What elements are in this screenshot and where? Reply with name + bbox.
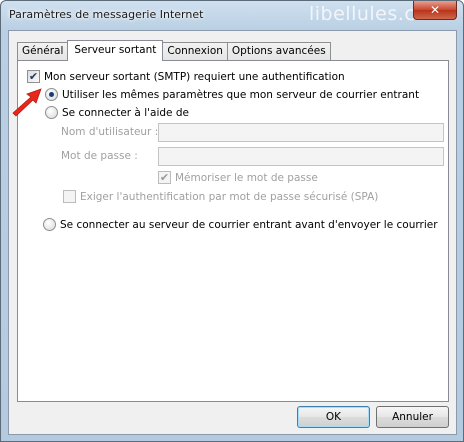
login-incoming-first-row[interactable]: Se connecter au serveur de courrier entr…	[43, 218, 438, 231]
password-label: Mot de passe :	[61, 150, 138, 162]
spa-label: Exiger l'authentification par mot de pas…	[80, 190, 379, 203]
login-incoming-first-label: Se connecter au serveur de courrier entr…	[60, 218, 438, 231]
remember-password-row[interactable]: ✔ Mémoriser le mot de passe	[158, 171, 318, 184]
dialog-body: Général Serveur sortant Connexion Option…	[8, 30, 457, 435]
radio-selected-dot	[49, 92, 54, 97]
tab-general[interactable]: Général	[17, 42, 69, 61]
use-same-settings-row[interactable]: Utiliser les mêmes paramètres que mon se…	[45, 88, 419, 101]
spa-checkbox[interactable]	[63, 190, 76, 203]
tab-advanced-options[interactable]: Options avancées	[226, 42, 331, 61]
smtp-auth-checkbox[interactable]: ✔	[27, 70, 40, 83]
tab-connection[interactable]: Connexion	[162, 42, 228, 61]
password-input[interactable]	[158, 147, 444, 166]
outgoing-server-panel: ✔ Mon serveur sortant (SMTP) requiert un…	[17, 60, 449, 402]
use-same-settings-label: Utiliser les mêmes paramètres que mon se…	[62, 88, 420, 101]
dialog-window: Paramètres de messagerie Internet libell…	[0, 0, 464, 442]
smtp-auth-row[interactable]: ✔ Mon serveur sortant (SMTP) requiert un…	[27, 70, 345, 83]
username-label: Nom d'utilisateur :	[61, 126, 159, 138]
window-title: Paramètres de messagerie Internet	[9, 8, 204, 21]
check-icon: ✔	[159, 171, 170, 184]
username-input[interactable]	[158, 123, 444, 142]
login-with-row[interactable]: Se connecter à l'aide de	[45, 106, 189, 119]
ok-button[interactable]: OK	[297, 406, 370, 428]
tab-outgoing-server[interactable]: Serveur sortant	[67, 40, 164, 61]
remember-password-checkbox[interactable]: ✔	[158, 171, 171, 184]
watermark: libellules.ch	[309, 3, 428, 25]
cancel-button[interactable]: Annuler	[376, 406, 449, 428]
smtp-auth-label: Mon serveur sortant (SMTP) requiert une …	[44, 70, 345, 83]
close-button[interactable]: ✕	[413, 1, 457, 20]
login-incoming-first-radio[interactable]	[43, 218, 56, 231]
remember-password-label: Mémoriser le mot de passe	[175, 171, 318, 184]
check-icon: ✔	[28, 70, 39, 83]
login-with-radio[interactable]	[45, 106, 58, 119]
spa-row[interactable]: Exiger l'authentification par mot de pas…	[63, 190, 378, 203]
red-arrow-icon	[12, 88, 42, 117]
login-with-label: Se connecter à l'aide de	[62, 106, 189, 119]
title-bar[interactable]: Paramètres de messagerie Internet libell…	[1, 1, 463, 29]
close-icon: ✕	[429, 3, 441, 17]
use-same-settings-radio[interactable]	[45, 88, 58, 101]
tab-strip: Général Serveur sortant Connexion Option…	[17, 40, 331, 61]
